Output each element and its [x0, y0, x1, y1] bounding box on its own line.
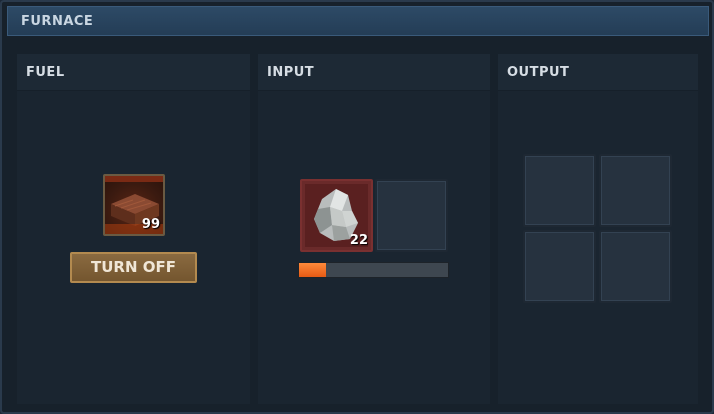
window-title: FURNACE — [21, 14, 94, 29]
output-slot-1[interactable] — [523, 154, 596, 227]
fuel-header-label: FUEL — [26, 65, 65, 80]
output-slot-3[interactable] — [523, 230, 596, 303]
input-header: INPUT — [258, 54, 490, 91]
output-header: OUTPUT — [498, 54, 698, 91]
fuel-header: FUEL — [17, 54, 250, 91]
input-panel: INPUT 22 — [258, 54, 490, 404]
fuel-panel: FUEL 99 TURN OFF — [17, 54, 250, 404]
output-slot-2[interactable] — [599, 154, 672, 227]
turn-off-button[interactable]: TURN OFF — [70, 252, 197, 283]
input-slot-1[interactable]: 22 — [300, 179, 373, 252]
progress-fill — [299, 263, 326, 277]
furnace-window: FURNACE FUEL 99 TURN OFF INPUT 22 OUTPUT — [0, 0, 714, 414]
fuel-slot[interactable]: 99 — [103, 174, 165, 236]
output-panel: OUTPUT — [498, 54, 698, 404]
output-header-label: OUTPUT — [507, 65, 570, 80]
smelting-progress-bar — [298, 262, 449, 278]
input-count: 22 — [349, 233, 368, 248]
output-slot-4[interactable] — [599, 230, 672, 303]
input-slot-2[interactable] — [375, 179, 448, 252]
title-bar: FURNACE — [7, 6, 709, 36]
input-header-label: INPUT — [267, 65, 315, 80]
fuel-count: 99 — [141, 217, 160, 232]
